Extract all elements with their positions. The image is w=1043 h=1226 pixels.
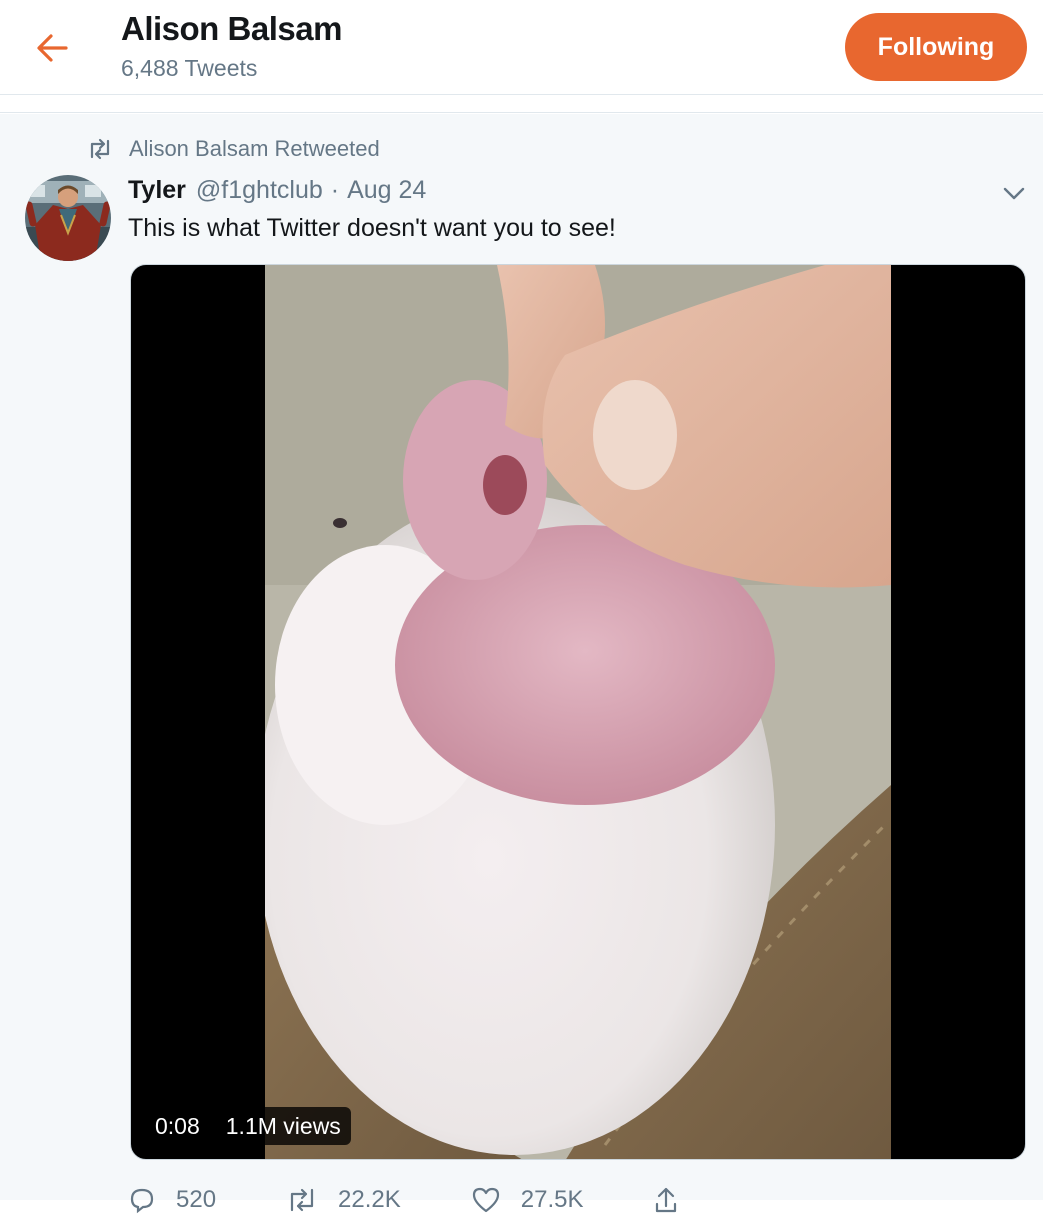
video-views: 1.1M views bbox=[215, 1107, 351, 1145]
reply-button[interactable]: 520 bbox=[128, 1186, 216, 1214]
tweet-count: 6,488 Tweets bbox=[121, 55, 258, 81]
like-count: 27.5K bbox=[520, 1186, 584, 1213]
reply-count: 520 bbox=[176, 1186, 217, 1213]
arrow-left-icon bbox=[37, 34, 68, 62]
retweet-action-icon bbox=[290, 1188, 314, 1212]
retweet-context-label: Alison Balsam Retweeted bbox=[129, 136, 380, 161]
profile-name: Alison Balsam bbox=[121, 10, 342, 47]
like-button[interactable]: 27.5K bbox=[471, 1186, 584, 1214]
video-player[interactable]: 0:08 1.1M views bbox=[130, 264, 1026, 1160]
tweet-actions: 520 22.2K 27.5K bbox=[128, 1186, 828, 1226]
profile-header: Alison Balsam 6,488 Tweets Following bbox=[0, 0, 1043, 95]
video-duration: 0:08 bbox=[145, 1107, 210, 1145]
retweet-context[interactable]: Alison Balsam Retweeted bbox=[87, 136, 380, 162]
reply-icon bbox=[130, 1188, 154, 1214]
meta-separator: · bbox=[330, 176, 340, 204]
heart-icon bbox=[472, 1187, 499, 1213]
author-name[interactable]: Tyler bbox=[128, 176, 186, 205]
header-divider bbox=[0, 96, 1043, 113]
author-handle[interactable]: @f1ghtclub bbox=[196, 176, 323, 205]
avatar-picture bbox=[25, 175, 111, 261]
retweet-count: 22.2K bbox=[338, 1186, 401, 1213]
video-overlay: 0:08 1.1M views bbox=[145, 1107, 351, 1145]
chevron-down-icon bbox=[1003, 187, 1025, 200]
tweet[interactable]: Alison Balsam Retweeted Tyler @f1ghtclub… bbox=[0, 114, 1043, 1214]
tweet-header: Tyler @f1ghtclub · Aug 24 bbox=[128, 176, 426, 205]
share-icon bbox=[656, 1187, 677, 1213]
retweet-icon bbox=[90, 138, 110, 160]
tweet-date[interactable]: Aug 24 bbox=[347, 176, 426, 205]
share-button[interactable] bbox=[653, 1186, 699, 1214]
tweet-menu-button[interactable] bbox=[1000, 180, 1028, 208]
video-thumbnail bbox=[265, 265, 891, 1159]
author-avatar[interactable] bbox=[25, 175, 111, 261]
back-button[interactable] bbox=[30, 26, 74, 70]
tweet-text: This is what Twitter doesn't want you to… bbox=[128, 214, 616, 242]
retweet-button[interactable]: 22.2K bbox=[286, 1186, 401, 1214]
following-button[interactable]: Following bbox=[845, 13, 1027, 81]
